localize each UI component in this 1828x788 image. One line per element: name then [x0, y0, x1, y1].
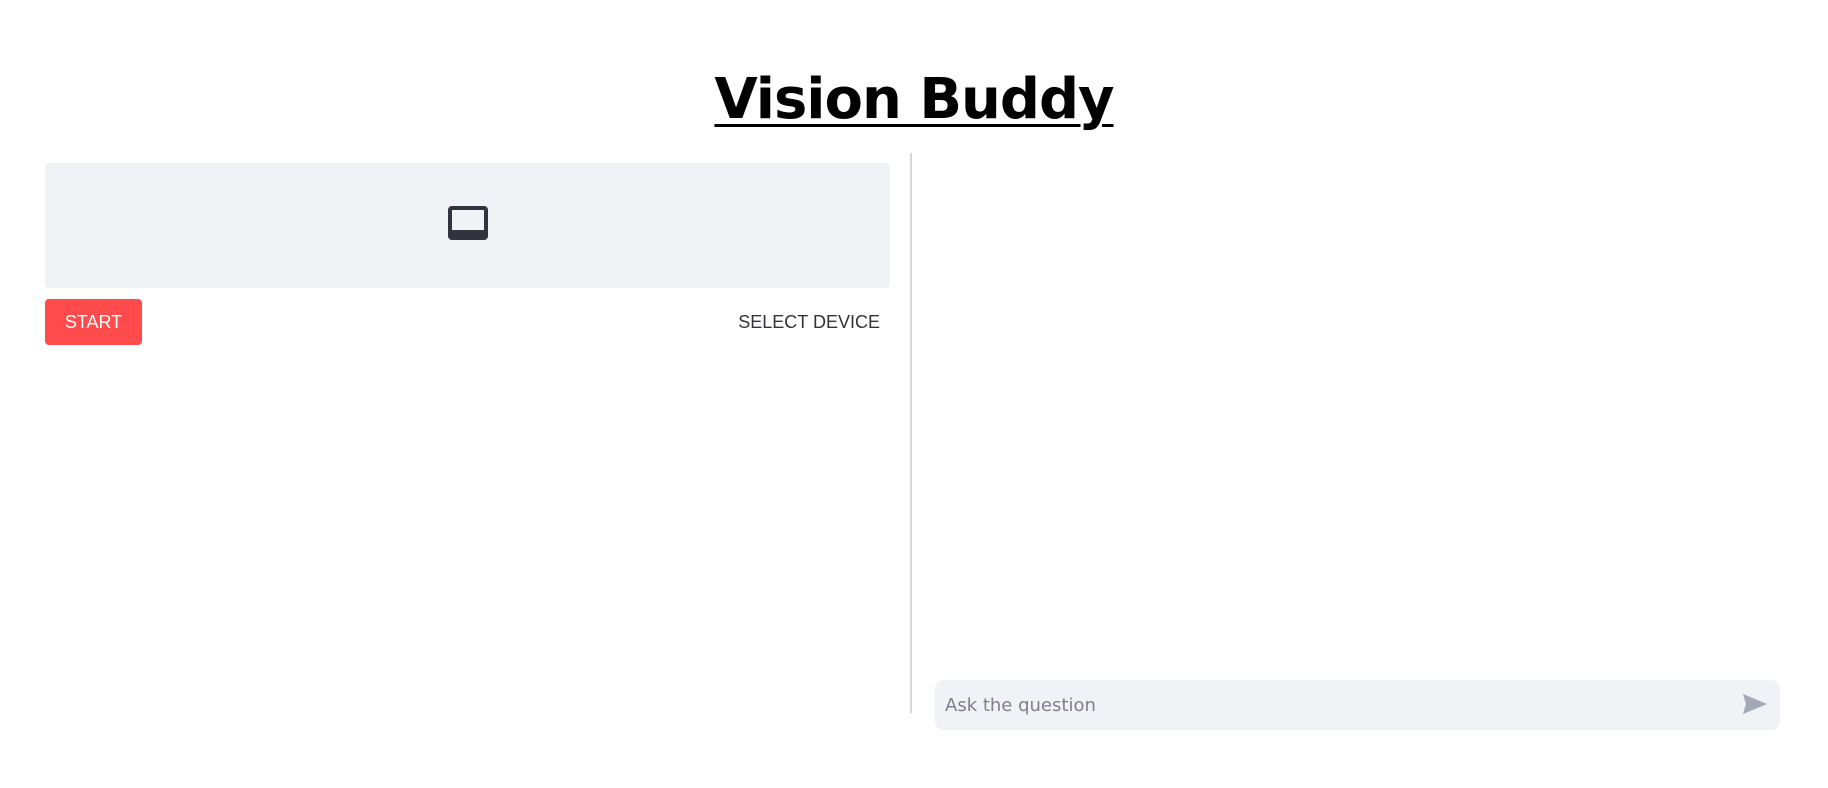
- select-device-button[interactable]: SELECT DEVICE: [730, 299, 890, 345]
- chat-question-input[interactable]: [935, 680, 1730, 730]
- video-device-icon: [446, 204, 490, 247]
- column-divider: [910, 153, 912, 713]
- send-button[interactable]: [1730, 680, 1780, 730]
- page-title: Vision Buddy: [714, 67, 1114, 132]
- app-page: Vision Buddy START SELECT DEVICE: [0, 0, 1828, 788]
- start-button[interactable]: START: [45, 299, 142, 345]
- chat-input-container: [935, 680, 1780, 730]
- send-icon: [1742, 693, 1768, 718]
- video-frame-placeholder: [45, 163, 890, 288]
